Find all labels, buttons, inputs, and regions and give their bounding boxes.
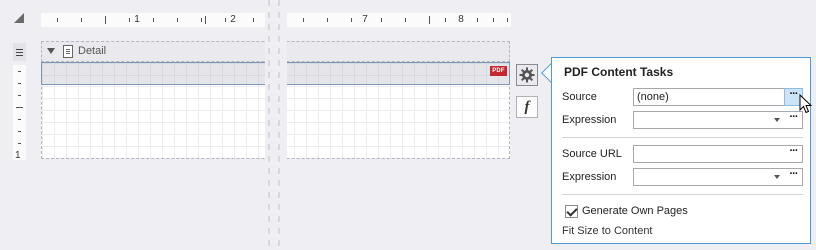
band-label: Detail bbox=[78, 45, 107, 57]
page-break-divider bbox=[265, 0, 287, 250]
ruler-label: 1 bbox=[15, 150, 21, 161]
panel-title: PDF Content Tasks bbox=[564, 65, 674, 79]
source-url-browse-button[interactable]: ··· bbox=[785, 146, 802, 162]
vertical-ruler: 1 bbox=[13, 65, 26, 161]
source-expression-field[interactable]: ··· bbox=[633, 111, 803, 129]
source-expression-editor-button[interactable]: ··· bbox=[785, 112, 802, 128]
divider bbox=[562, 137, 803, 138]
smart-tag-button[interactable] bbox=[516, 64, 538, 86]
pdf-icon: PDF bbox=[490, 66, 507, 76]
source-field[interactable]: (none) ··· bbox=[633, 88, 803, 106]
url-expression-editor-button[interactable]: ··· bbox=[785, 169, 802, 185]
gear-icon bbox=[519, 67, 535, 83]
divider bbox=[562, 194, 803, 195]
ruler-label: 2 bbox=[230, 14, 236, 25]
url-expression-field[interactable]: ··· bbox=[633, 168, 803, 186]
pdf-content-tasks-panel: PDF Content Tasks Source (none) ··· Expr… bbox=[551, 57, 811, 244]
source-url-label: Source URL bbox=[562, 148, 622, 160]
generate-own-pages-label[interactable]: Generate Own Pages bbox=[582, 205, 688, 217]
generate-own-pages-checkbox[interactable] bbox=[565, 205, 578, 218]
ruler-label: 1 bbox=[134, 14, 140, 25]
expression-button[interactable]: f bbox=[516, 96, 538, 118]
ruler-label: 7 bbox=[362, 14, 368, 25]
fit-size-to-content-link[interactable]: Fit Size to Content bbox=[562, 225, 653, 237]
source-label: Source bbox=[562, 91, 597, 103]
ruler-label: 8 bbox=[458, 14, 464, 25]
chevron-down-icon[interactable] bbox=[774, 175, 780, 179]
mouse-cursor-icon bbox=[799, 94, 813, 114]
source-expression-label: Expression bbox=[562, 114, 617, 126]
chevron-down-icon[interactable] bbox=[774, 118, 780, 122]
source-value: (none) bbox=[637, 91, 669, 103]
ruler-corner-icon bbox=[14, 13, 24, 23]
source-url-field[interactable]: ··· bbox=[633, 145, 803, 163]
url-expression-label: Expression bbox=[562, 171, 617, 183]
band-icon bbox=[63, 45, 73, 58]
collapse-arrow-icon[interactable] bbox=[47, 48, 55, 54]
band-menu-button[interactable] bbox=[13, 43, 26, 61]
